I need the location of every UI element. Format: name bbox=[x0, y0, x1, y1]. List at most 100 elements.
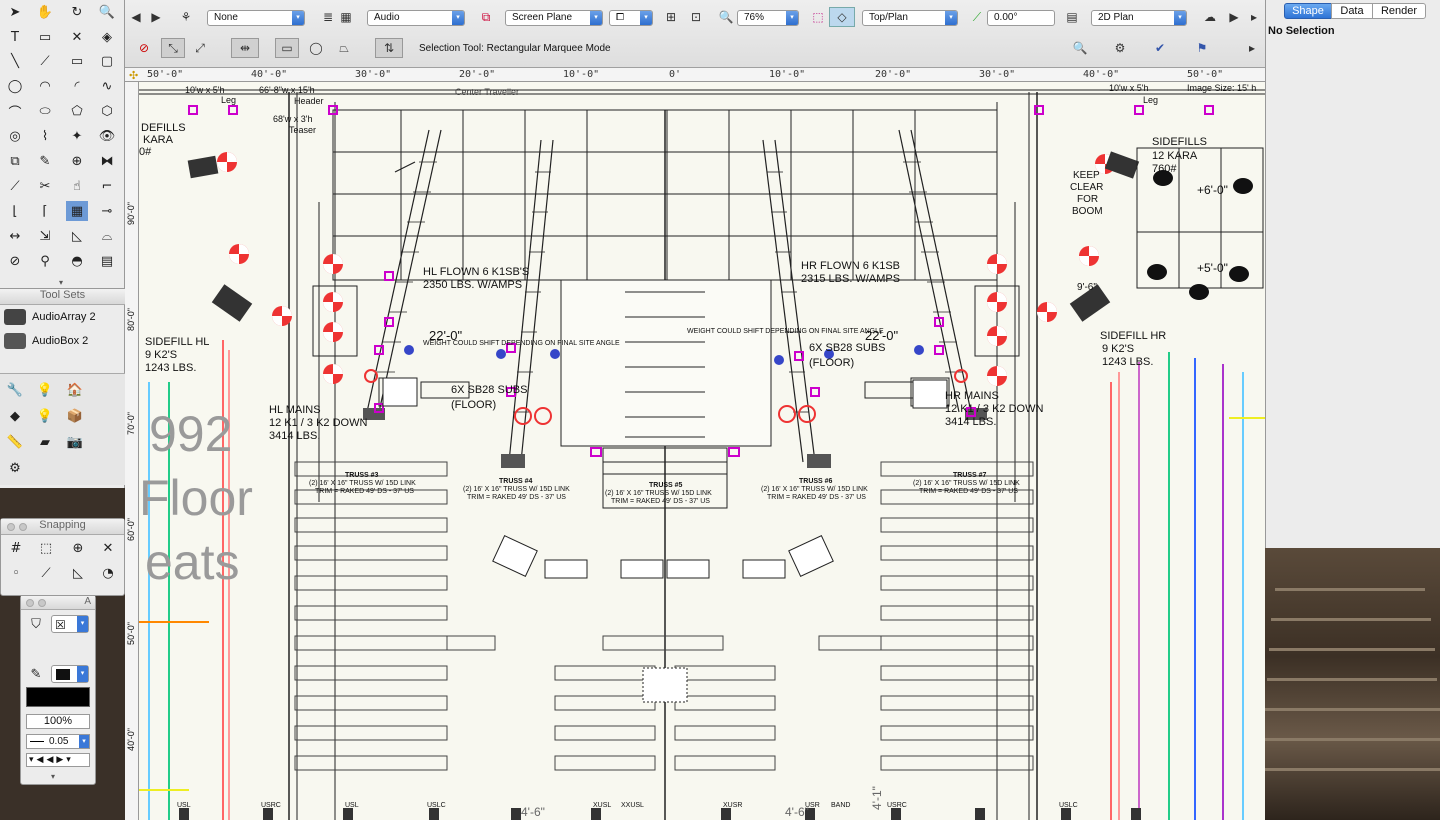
zoom-dropdown[interactable]: 76% ▾ bbox=[737, 10, 799, 26]
magic-wand-icon[interactable]: ✦ bbox=[66, 126, 88, 146]
back-icon[interactable]: ◀ bbox=[127, 9, 145, 25]
render-mode-dropdown[interactable]: 2D Plan ▾ bbox=[1091, 10, 1187, 26]
text-tool-icon[interactable]: T bbox=[4, 27, 26, 47]
polyline-tool-icon[interactable]: ⌒ bbox=[4, 101, 26, 121]
oval-tool-icon[interactable]: ⬭ bbox=[34, 101, 56, 121]
interactive-mode-icon[interactable]: ⤢ bbox=[191, 40, 209, 56]
overflow-icon[interactable]: ▸ bbox=[1245, 9, 1263, 25]
pen-style-dropdown[interactable]: ▾ bbox=[51, 665, 89, 683]
rectangle-tool-icon[interactable]: ▭ bbox=[66, 51, 88, 71]
layer-visibility-icon[interactable]: ⧉ bbox=[477, 9, 495, 25]
pan-tool-icon[interactable]: ✋ bbox=[34, 2, 56, 22]
extend-tool-icon[interactable]: ⊸ bbox=[96, 201, 118, 221]
bulb-icon[interactable]: 💡 bbox=[34, 406, 56, 426]
connect-tool-icon[interactable]: ⌐ bbox=[96, 176, 118, 196]
angular-dim-icon[interactable]: ◺ bbox=[66, 226, 88, 246]
callout-tool-icon[interactable]: ▭ bbox=[34, 27, 56, 47]
trim-tool-icon[interactable]: ⟋ bbox=[4, 176, 26, 196]
offset-tool-icon[interactable]: ⊕ bbox=[66, 151, 88, 171]
minimize-icon[interactable] bbox=[19, 523, 27, 531]
saved-views-dropdown[interactable]: ⧠ ▾ bbox=[609, 10, 653, 26]
tab-shape[interactable]: Shape bbox=[1284, 3, 1332, 19]
arc-tool-icon[interactable]: ◠ bbox=[34, 76, 56, 96]
tab-data[interactable]: Data bbox=[1331, 3, 1373, 19]
line-weight-dropdown[interactable]: 0.05 ▾ bbox=[26, 734, 90, 749]
box-icon[interactable]: 📦 bbox=[64, 406, 86, 426]
line-tool-icon[interactable]: ╲ bbox=[4, 51, 26, 71]
plane-rotation-icon[interactable]: ⟋ bbox=[968, 9, 986, 25]
compass-tool-icon[interactable]: ⊘ bbox=[4, 251, 26, 271]
gear-icon[interactable]: ⚙ bbox=[4, 458, 26, 478]
rectangle-marquee-icon[interactable]: ▭ bbox=[275, 38, 299, 58]
clip-tool-icon[interactable]: ⧉ bbox=[4, 151, 26, 171]
rounded-rectangle-icon[interactable]: ▢ bbox=[96, 51, 118, 71]
snap-angle-icon[interactable]: ⊕ bbox=[67, 538, 89, 558]
lamp-icon[interactable]: 💡 bbox=[34, 380, 56, 400]
origin-icon[interactable]: ✣ bbox=[129, 69, 138, 82]
class-icon[interactable]: ⚘ bbox=[177, 9, 195, 25]
mirror-tool-icon[interactable]: ⧓ bbox=[96, 151, 118, 171]
visibility-tool-icon[interactable]: 👁 bbox=[96, 126, 118, 146]
beam-icon[interactable]: ▰ bbox=[34, 432, 56, 452]
tab-render[interactable]: Render bbox=[1372, 3, 1426, 19]
minimize-icon[interactable] bbox=[38, 599, 46, 607]
snap-grid-icon[interactable]: # bbox=[5, 538, 27, 558]
working-plane-dropdown[interactable]: Screen Plane ▾ bbox=[505, 10, 603, 26]
freehand-tool-icon[interactable]: ∿ bbox=[96, 76, 118, 96]
settings-gear-icon[interactable]: ⚙ bbox=[1111, 40, 1129, 56]
active-class-dropdown[interactable]: None ▾ bbox=[207, 10, 305, 26]
wrench-icon[interactable]: 🔧 bbox=[4, 380, 26, 400]
house-icon[interactable]: 🏠 bbox=[64, 380, 86, 400]
snap-intersection-icon[interactable]: ✕ bbox=[97, 538, 119, 558]
render-mode-icon[interactable]: ▤ bbox=[1063, 9, 1081, 25]
arc-length-icon[interactable]: ⌓ bbox=[96, 226, 118, 246]
dimension-tool-icon[interactable]: ↔ bbox=[4, 226, 26, 246]
protractor-icon[interactable]: ◓ bbox=[66, 251, 88, 271]
fit-to-objects-icon[interactable]: ⊞ bbox=[662, 9, 680, 25]
snap-tangent-icon[interactable]: ◺ bbox=[67, 563, 89, 583]
polygon-marquee-icon[interactable]: ⏢ bbox=[335, 40, 353, 56]
interactive-scaling-icon[interactable]: ⤡ bbox=[161, 38, 185, 58]
close-icon[interactable] bbox=[26, 599, 34, 607]
pen-color-swatch[interactable] bbox=[26, 687, 90, 707]
symbol-insertion-icon[interactable]: ◈ bbox=[96, 27, 118, 47]
locus-tool-icon[interactable]: ✕ bbox=[66, 27, 88, 47]
ruler-tool-icon[interactable]: 📏 bbox=[4, 432, 26, 452]
layer-stack-icon[interactable]: ≣ bbox=[319, 9, 337, 25]
spiral-tool-icon[interactable]: ◎ bbox=[4, 126, 26, 146]
selection-tool-icon[interactable]: ➤ bbox=[4, 2, 26, 22]
standard-view-dropdown[interactable]: Top/Plan ▾ bbox=[862, 10, 958, 26]
check-shield-icon[interactable]: ✔ bbox=[1151, 40, 1169, 56]
reference-icon[interactable]: ▤ bbox=[96, 251, 118, 271]
palette-expand-icon[interactable]: ▾ bbox=[54, 278, 68, 287]
close-icon[interactable] bbox=[7, 523, 15, 531]
drawing-area[interactable]: DEFILLS KARA 0# Leg Leg 10'w x 5'h 66'-8… bbox=[139, 82, 1265, 820]
tool-set-audiobox[interactable]: AudioBox 2 bbox=[4, 330, 88, 352]
zoom-tool-icon[interactable]: 🔍 bbox=[96, 2, 118, 22]
snap-distance-icon[interactable]: ◦ bbox=[5, 563, 27, 583]
lasso-marquee-icon[interactable]: ◯ bbox=[307, 40, 325, 56]
fillet-tool-icon[interactable]: ⌊ bbox=[4, 201, 26, 221]
quarter-arc-icon[interactable]: ◜ bbox=[66, 76, 88, 96]
plane-rotation-field[interactable]: 0.00° bbox=[987, 10, 1055, 26]
circle-tool-icon[interactable]: ◯ bbox=[4, 76, 26, 96]
rotate-view-icon[interactable]: ↻ bbox=[66, 2, 88, 22]
more-options-icon[interactable]: ▸ bbox=[1243, 40, 1261, 56]
opacity-field[interactable]: 100% bbox=[26, 714, 90, 729]
constrained-dim-icon[interactable]: ⇲ bbox=[34, 226, 56, 246]
regular-polygon-icon[interactable]: ⬡ bbox=[96, 101, 118, 121]
projection-icon[interactable]: ⬚ bbox=[809, 9, 827, 25]
align-mode-icon[interactable]: ⇹ bbox=[231, 38, 259, 58]
attribute-mapping-icon[interactable]: ▦ bbox=[66, 201, 88, 221]
zoom-icon[interactable]: 🔍 bbox=[717, 9, 735, 25]
double-line-icon[interactable]: ⟋ bbox=[34, 51, 56, 71]
polygon-tool-icon[interactable]: ⬠ bbox=[66, 101, 88, 121]
shapes-icon[interactable]: ◆ bbox=[4, 406, 26, 426]
eyedropper-tool-icon[interactable]: ⌇ bbox=[34, 126, 56, 146]
split-tool-icon[interactable]: ✂ bbox=[34, 176, 56, 196]
disable-modes-icon[interactable]: ⊘ bbox=[135, 40, 153, 56]
reshape-tool-icon[interactable]: ✎ bbox=[34, 151, 56, 171]
tool-set-audioarray[interactable]: AudioArray 2 bbox=[4, 306, 96, 328]
chamfer-tool-icon[interactable]: ⌈ bbox=[34, 201, 56, 221]
transform-mode-icon[interactable]: ⇅ bbox=[375, 38, 403, 58]
